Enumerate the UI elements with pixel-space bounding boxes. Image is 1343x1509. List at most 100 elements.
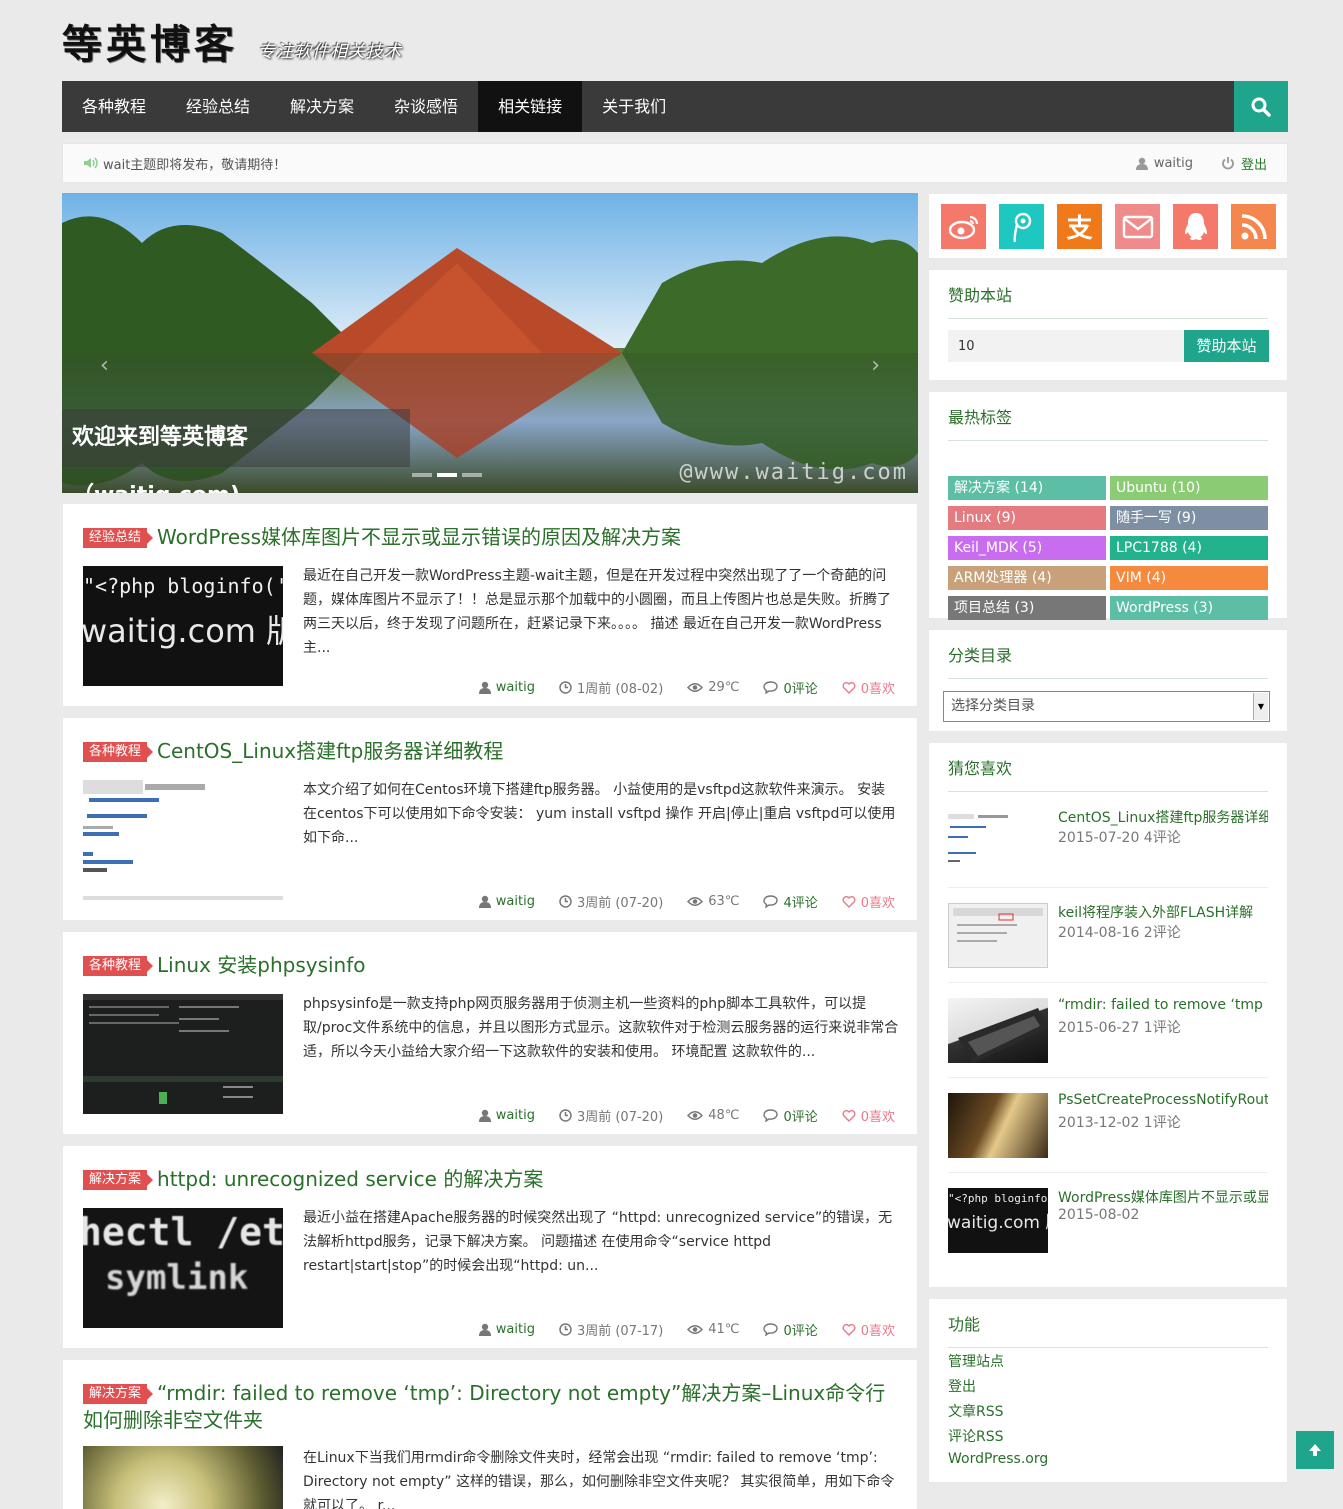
related-item[interactable]: CentOS_Linux搭建ftp服务器详细 2015-07-20 4评论: [948, 793, 1268, 888]
post-title[interactable]: Linux 安装phpsysinfo: [157, 953, 366, 977]
alipay-icon[interactable]: 支: [1057, 204, 1102, 249]
category-badge[interactable]: 解决方案: [83, 1170, 154, 1190]
related-item[interactable]: "<?php bloginfo('t waitig.com 版 WordPres…: [948, 1173, 1268, 1268]
post-comments[interactable]: 0评论: [763, 1106, 818, 1125]
post-time: 1周前 (08-02): [559, 678, 663, 697]
manage-site-link[interactable]: 管理站点: [948, 1351, 1004, 1371]
username: waitig: [1153, 155, 1193, 171]
thumb-domain-text: waitig.com 版: [948, 1213, 1048, 1233]
donate-widget: 赞助本站 赞助本站: [928, 269, 1288, 381]
wordpress-org-link[interactable]: WordPress.org: [948, 1451, 1048, 1467]
views-text: 48℃: [708, 1108, 740, 1123]
post-thumbnail[interactable]: "<?php bloginfo('t waitig.com 版: [83, 566, 283, 686]
tag-item[interactable]: ARM处理器 (4): [948, 566, 1106, 590]
tag-item[interactable]: Keil_MDK (5): [948, 536, 1106, 560]
tag-item[interactable]: 解决方案 (14): [948, 476, 1106, 500]
post-excerpt: 最近在自己开发一款WordPress主题-wait主题，但是在开发过程中突然出现…: [303, 568, 891, 656]
tag-item[interactable]: WordPress (3): [1110, 596, 1268, 620]
post-views: 63℃: [687, 894, 739, 909]
related-item[interactable]: keil将程序装入外部FLASH详解 2014-08-16 2评论: [948, 888, 1268, 983]
related-title: WordPress媒体库图片不显示或显: [1058, 1190, 1268, 1206]
thumb-code-text: "<?php bloginfo('t: [83, 574, 283, 598]
tag-item[interactable]: LPC1788 (4): [1110, 536, 1268, 560]
nav-item-links[interactable]: 相关链接: [478, 81, 583, 132]
weibo-icon[interactable]: [941, 204, 986, 249]
slider-next-button[interactable]: ›: [871, 353, 880, 378]
likes-text: 0喜欢: [860, 1324, 895, 1339]
category-badge[interactable]: 经验总结: [83, 528, 154, 548]
qq-icon[interactable]: [1173, 204, 1218, 249]
user-icon: [478, 681, 491, 694]
post-author[interactable]: waitig: [478, 1322, 535, 1337]
logout-link[interactable]: 登出: [948, 1376, 976, 1396]
nav-item-tutorials[interactable]: 各种教程: [62, 81, 166, 132]
slider-dot-active[interactable]: [437, 473, 457, 477]
related-title: PsSetCreateProcessNotifyRouti: [1058, 1092, 1268, 1108]
tag-item[interactable]: Linux (9): [948, 506, 1106, 530]
search-button[interactable]: [1234, 81, 1288, 132]
post-author[interactable]: waitig: [478, 894, 535, 909]
tag-item[interactable]: 随手一写 (9): [1110, 506, 1268, 530]
slider-caption[interactable]: 欢迎来到等英博客（waitig.com): [62, 409, 410, 493]
mail-icon[interactable]: [1115, 204, 1160, 249]
related-item[interactable]: “rmdir: failed to remove ‘tmp 2015-06-27…: [948, 983, 1268, 1078]
featured-slider[interactable]: ‹ › 欢迎来到等英博客（waitig.com) @www.waitig.com: [62, 193, 918, 493]
nav-item-about[interactable]: 关于我们: [582, 81, 686, 132]
post-like[interactable]: 0喜欢: [842, 892, 895, 911]
user-icon: [478, 1109, 491, 1122]
user-link[interactable]: waitig: [1135, 155, 1193, 171]
posts-rss-link[interactable]: 文章RSS: [948, 1401, 1004, 1421]
back-to-top-button[interactable]: [1296, 1431, 1334, 1469]
author-name: waitig: [495, 894, 535, 909]
time-text: 3周前 (07-17): [576, 1324, 664, 1339]
donate-amount-input[interactable]: [948, 330, 1184, 362]
slider-watermark: @www.waitig.com: [679, 460, 908, 485]
post-like[interactable]: 0喜欢: [842, 678, 895, 697]
category-badge[interactable]: 各种教程: [83, 742, 154, 762]
thumb-screenshot: [83, 780, 205, 872]
tags-widget: 最热标签 解决方案 (14) Ubuntu (10) Linux (9) 随手一…: [928, 391, 1288, 620]
likes-text: 0喜欢: [860, 1110, 895, 1125]
eye-icon: [687, 1325, 704, 1334]
category-badge[interactable]: 解决方案: [83, 1384, 154, 1404]
post-author[interactable]: waitig: [478, 680, 535, 695]
post-thumbnail[interactable]: [83, 994, 283, 1114]
thumb-code-text-2: symlink: [105, 1258, 249, 1298]
category-select[interactable]: 选择分类目录 ▼: [943, 691, 1270, 722]
post-comments[interactable]: 0评论: [763, 1320, 818, 1339]
nav-item-experience[interactable]: 经验总结: [166, 81, 270, 132]
post-comments[interactable]: 4评论: [763, 892, 818, 911]
rss-icon[interactable]: [1231, 204, 1276, 249]
comments-rss-link[interactable]: 评论RSS: [948, 1426, 1004, 1446]
tag-item[interactable]: VIM (4): [1110, 566, 1268, 590]
post-comments[interactable]: 0评论: [763, 678, 818, 697]
slider-prev-button[interactable]: ‹: [100, 353, 109, 378]
category-badge[interactable]: 各种教程: [83, 956, 154, 976]
post-thumbnail[interactable]: [83, 780, 283, 900]
post-like[interactable]: 0喜欢: [842, 1106, 895, 1125]
related-meta: 2015-06-27 1评论: [1058, 1020, 1181, 1036]
post-title[interactable]: httpd: unrecognized service 的解决方案: [157, 1167, 543, 1191]
nav-item-solutions[interactable]: 解决方案: [270, 81, 374, 132]
nav-item-misc[interactable]: 杂谈感悟: [374, 81, 478, 132]
tag-item[interactable]: 项目总结 (3): [948, 596, 1106, 620]
donate-button[interactable]: 赞助本站: [1184, 330, 1269, 362]
post-title[interactable]: WordPress媒体库图片不显示或显示错误的原因及解决方案: [157, 525, 681, 549]
logout-link[interactable]: 登出: [1221, 154, 1267, 173]
thumb-screenshot: [83, 994, 283, 1104]
post-like[interactable]: 0喜欢: [842, 1320, 895, 1339]
site-logo[interactable]: 等英博客: [62, 12, 238, 70]
slider-dot[interactable]: [412, 473, 432, 477]
post-thumbnail[interactable]: [83, 1446, 283, 1509]
post-title[interactable]: CentOS_Linux搭建ftp服务器详细教程: [157, 739, 503, 763]
post-title[interactable]: “rmdir: failed to remove ‘tmp’: Director…: [83, 1381, 885, 1432]
related-item[interactable]: PsSetCreateProcessNotifyRouti 2013-12-02…: [948, 1078, 1268, 1173]
tag-item[interactable]: Ubuntu (10): [1110, 476, 1268, 500]
post-author[interactable]: waitig: [478, 1108, 535, 1123]
post-time: 3周前 (07-17): [559, 1320, 663, 1339]
clock-icon: [559, 1323, 572, 1336]
tencent-weibo-icon[interactable]: [999, 204, 1044, 249]
slider-dot[interactable]: [462, 473, 482, 477]
category-select-value: 选择分类目录: [951, 698, 1035, 714]
post-thumbnail[interactable]: hectl /et symlink: [83, 1208, 283, 1328]
